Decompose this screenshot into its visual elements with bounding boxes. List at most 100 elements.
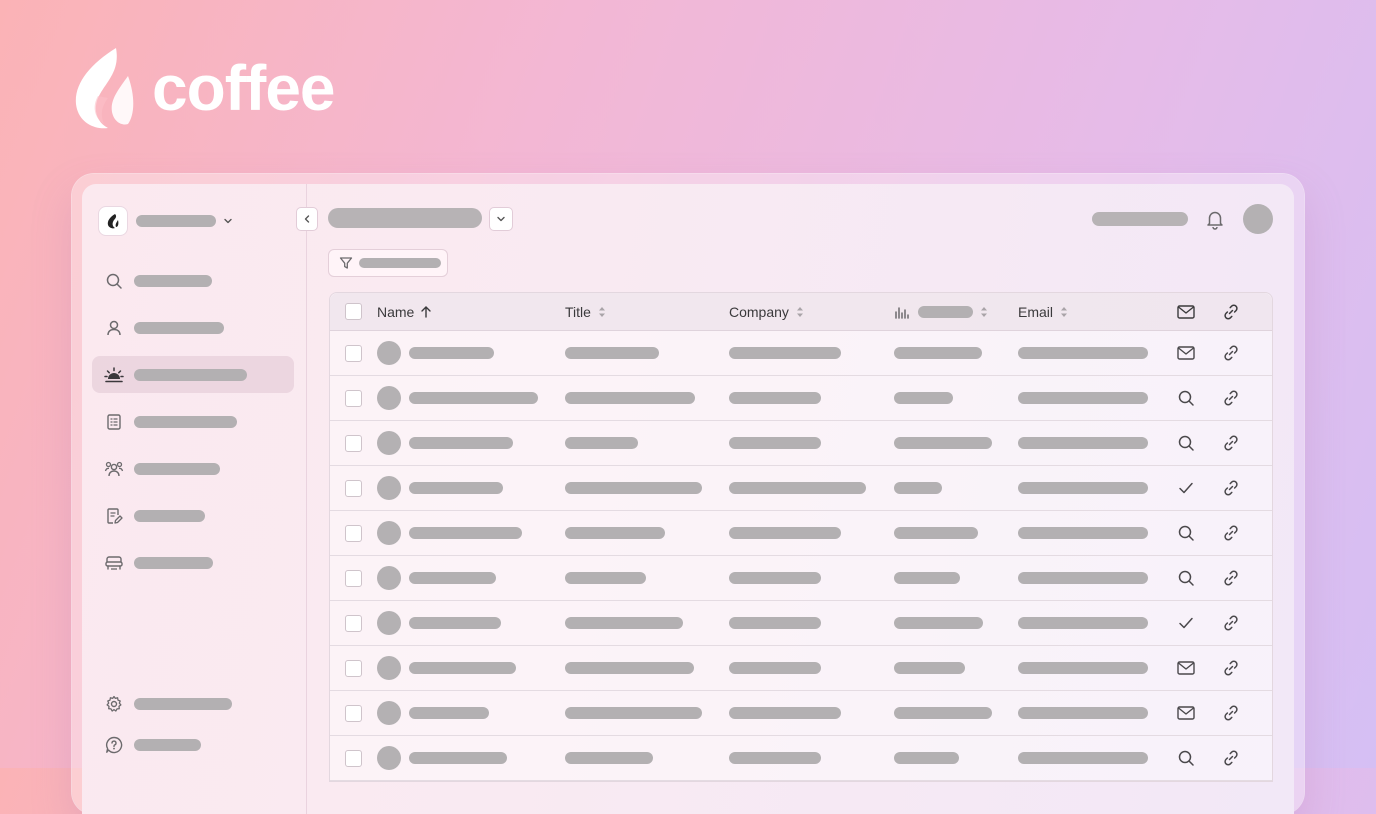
bell-icon[interactable]	[1204, 208, 1226, 230]
email-cell	[1018, 511, 1148, 555]
table-row[interactable]	[330, 556, 1272, 601]
sidebar-item-label-placeholder	[134, 462, 220, 475]
sidebar-item-lists[interactable]	[92, 403, 294, 440]
title-placeholder	[565, 527, 665, 539]
row-checkbox[interactable]	[345, 434, 362, 452]
table-row[interactable]	[330, 421, 1272, 466]
company-placeholder	[729, 437, 821, 449]
link-icon[interactable]	[1220, 387, 1242, 409]
row-checkbox[interactable]	[345, 749, 362, 767]
sidebar-item-people[interactable]	[92, 309, 294, 346]
company-cell	[729, 466, 866, 510]
row-checkbox[interactable]	[345, 389, 362, 407]
table-row[interactable]	[330, 646, 1272, 691]
row-select-cell	[345, 466, 362, 510]
column-header-company[interactable]: Company	[729, 293, 805, 330]
link-icon[interactable]	[1220, 657, 1242, 679]
link-action-cell	[1220, 466, 1242, 510]
sidebar-item-label-placeholder	[134, 274, 212, 287]
search-icon[interactable]	[1175, 522, 1197, 544]
column-header-metric[interactable]	[894, 293, 989, 330]
title-cell	[565, 691, 702, 735]
row-checkbox[interactable]	[345, 659, 362, 677]
link-icon[interactable]	[1220, 342, 1242, 364]
link-icon	[1220, 301, 1242, 323]
help-icon	[104, 735, 124, 755]
link-icon[interactable]	[1220, 477, 1242, 499]
user-avatar[interactable]	[1243, 204, 1273, 234]
row-checkbox[interactable]	[345, 524, 362, 542]
search-icon[interactable]	[1175, 747, 1197, 769]
metric-cell	[894, 556, 960, 600]
workspace-switcher[interactable]	[98, 206, 234, 236]
title-placeholder	[565, 662, 694, 674]
column-header-name[interactable]: Name	[377, 293, 432, 330]
status-action-cell	[1175, 736, 1197, 780]
sidebar-item-settings[interactable]	[92, 688, 294, 720]
email-cell	[1018, 736, 1148, 780]
column-header-link[interactable]	[1220, 293, 1242, 330]
title-cell	[565, 331, 659, 375]
link-icon[interactable]	[1220, 747, 1242, 769]
column-email-label: Email	[1018, 303, 1054, 320]
row-select-cell	[345, 511, 362, 555]
row-checkbox[interactable]	[345, 614, 362, 632]
mail-icon	[1175, 301, 1197, 323]
table-row[interactable]	[330, 331, 1272, 376]
row-checkbox[interactable]	[345, 704, 362, 722]
sidebar-item-notes[interactable]	[92, 497, 294, 534]
sidebar-item-teams[interactable]	[92, 450, 294, 487]
name-cell	[377, 736, 507, 780]
status-action-cell	[1175, 331, 1197, 375]
company-cell	[729, 736, 821, 780]
table-row[interactable]	[330, 736, 1272, 781]
sidebar-item-search[interactable]	[92, 262, 294, 299]
column-header-email[interactable]: Email	[1018, 293, 1069, 330]
select-all-checkbox[interactable]	[345, 303, 362, 320]
row-checkbox[interactable]	[345, 569, 362, 587]
collapse-sidebar-button[interactable]	[296, 207, 318, 231]
table-row[interactable]	[330, 691, 1272, 736]
link-icon[interactable]	[1220, 522, 1242, 544]
sidebar-item-active[interactable]	[92, 356, 294, 393]
mail-icon[interactable]	[1175, 657, 1197, 679]
title-placeholder	[565, 392, 695, 404]
filter-label-placeholder	[359, 258, 441, 268]
mail-icon[interactable]	[1175, 342, 1197, 364]
name-cell	[377, 556, 496, 600]
metric-placeholder	[894, 392, 953, 404]
row-checkbox[interactable]	[345, 344, 362, 362]
name-cell	[377, 511, 522, 555]
link-icon[interactable]	[1220, 702, 1242, 724]
link-icon[interactable]	[1220, 612, 1242, 634]
link-icon[interactable]	[1220, 432, 1242, 454]
metric-cell	[894, 466, 942, 510]
search-icon[interactable]	[1175, 432, 1197, 454]
row-checkbox[interactable]	[345, 479, 362, 497]
sidebar-item-help[interactable]	[92, 729, 294, 761]
mail-icon[interactable]	[1175, 702, 1197, 724]
search-icon[interactable]	[1175, 567, 1197, 589]
link-action-cell	[1220, 511, 1242, 555]
title-cell	[565, 421, 638, 465]
name-placeholder	[409, 527, 522, 539]
column-header-mail[interactable]	[1175, 293, 1197, 330]
name-placeholder	[409, 662, 516, 674]
table-row[interactable]	[330, 601, 1272, 646]
brand-wordmark: coffee	[152, 52, 335, 124]
column-header-title[interactable]: Title	[565, 293, 607, 330]
name-placeholder	[409, 752, 507, 764]
filter-button[interactable]	[328, 249, 448, 277]
table-row[interactable]	[330, 466, 1272, 511]
check-icon[interactable]	[1175, 612, 1197, 634]
view-options-button[interactable]	[489, 207, 513, 231]
table-row[interactable]	[330, 511, 1272, 556]
sidebar-item-lounge[interactable]	[92, 544, 294, 581]
link-icon[interactable]	[1220, 567, 1242, 589]
check-icon[interactable]	[1175, 477, 1197, 499]
table-row[interactable]	[330, 376, 1272, 421]
search-icon[interactable]	[1175, 387, 1197, 409]
sort-icon	[1061, 306, 1068, 317]
metric-cell	[894, 736, 959, 780]
table-header: Name Title Company Email	[330, 293, 1272, 331]
